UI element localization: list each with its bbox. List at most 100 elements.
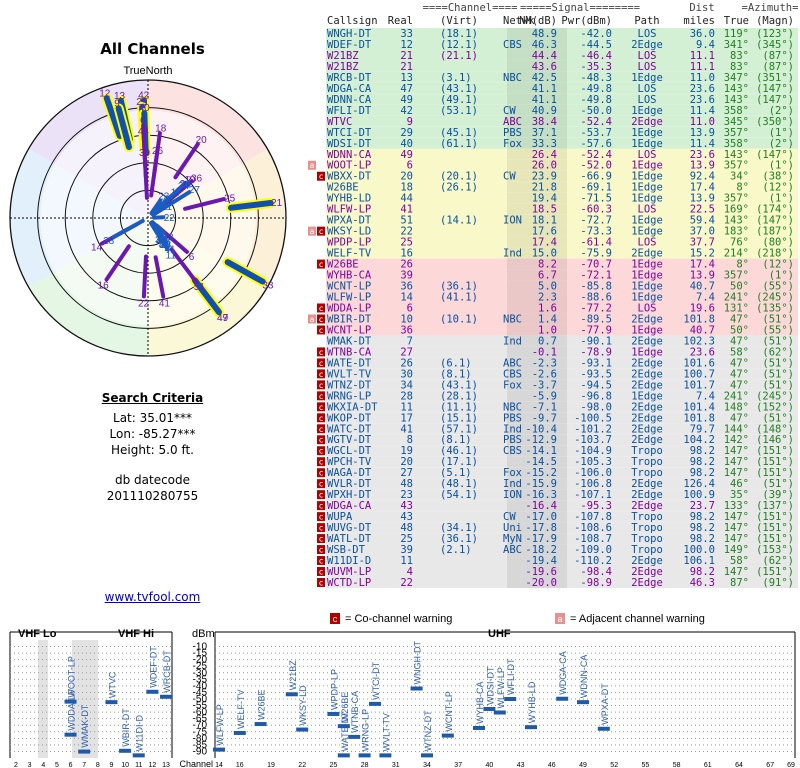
db-label: db datecode (114, 473, 191, 487)
site-link[interactable]: www.tvfool.com (0, 590, 305, 604)
polar-ray (142, 155, 149, 200)
station-bar (556, 696, 569, 701)
co-channel-mark-text: c (319, 535, 324, 544)
table-cell: CBS (503, 445, 522, 457)
station-label: WPDP-LP (329, 669, 339, 710)
station-label: WATE-DT (340, 711, 350, 751)
channel-label: Channel (179, 759, 213, 768)
nm-cell-shade (507, 324, 567, 336)
polar-ray-label: 44 (138, 127, 150, 138)
station-bar (473, 725, 485, 730)
co-channel-mark-text: c (319, 414, 324, 423)
polar-ray-label: 23 (158, 191, 170, 202)
table-cell: (26.1) (440, 182, 478, 194)
x-tick-label: 55 (642, 762, 650, 768)
x-tick-label: 13 (162, 762, 170, 768)
station-label: WDGA-CA (558, 651, 568, 695)
station-label: WOOT-LP (67, 656, 77, 698)
group-header-channel: ====Channel==== (423, 2, 518, 14)
station-bar (358, 753, 371, 758)
station-bar (348, 734, 361, 739)
station-bar (213, 747, 225, 752)
polar-ray-label: 12 (99, 88, 111, 99)
left-panel: All Channels TrueNorth 33 12 21 13 47 49 42 9 29 4… (0, 0, 305, 610)
station-label: WVLT-TV (381, 713, 391, 751)
station-label: WLFW-LP (215, 704, 225, 745)
station-label: WBIR-DT (121, 708, 131, 747)
station-label: WELF-TV (236, 689, 246, 729)
legend-adj-mark: a (557, 614, 562, 624)
station-label: WMAK-DT (80, 704, 90, 747)
station-bar (337, 753, 350, 758)
x-tick-label: 10 (121, 762, 129, 768)
vhf-hi-label: VHF Hi (118, 628, 154, 640)
polar-ray-label: 49 (217, 313, 229, 324)
group-header-dist: Dist (689, 2, 714, 14)
polar-ray-label: 25 (224, 194, 236, 205)
x-tick-label: 11 (135, 762, 142, 768)
polar-ray-label: 21 (271, 198, 283, 209)
station-label: W11DI-D (135, 715, 145, 752)
co-channel-mark-text: c (319, 370, 324, 379)
table-cell: (41.1) (440, 292, 478, 304)
station-label: WLFW-LP (496, 667, 506, 708)
station-bar (233, 730, 246, 735)
table-cell: ION (503, 215, 522, 227)
table-cell: WCTD-LP (327, 577, 371, 589)
station-label: WCNT-LP (444, 691, 454, 732)
polar-title: All Channels (100, 40, 205, 58)
station-bar (78, 749, 91, 754)
x-tick-label: 2 (14, 762, 18, 768)
x-tick-label: 40 (486, 762, 494, 768)
station-bar (369, 701, 381, 706)
x-tick-label: 69 (787, 762, 795, 768)
station-label: WRNG-LP (361, 709, 371, 752)
polar-ray-label: 6 (140, 116, 146, 127)
co-channel-mark-text: c (319, 502, 324, 511)
co-channel-mark-text: c (319, 469, 324, 478)
x-tick-label: 34 (423, 762, 431, 768)
station-bar (296, 727, 309, 732)
x-tick-label: 31 (392, 762, 400, 768)
x-tick-label: 12 (148, 762, 156, 768)
x-tick-label: 3 (28, 762, 32, 768)
co-channel-mark-text: c (319, 578, 324, 587)
co-channel-mark-text: c (319, 447, 324, 456)
x-tick-label: 9 (110, 762, 114, 768)
co-channel-mark-text: c (319, 381, 324, 390)
station-bar (64, 699, 77, 704)
polar-ray-label: 16 (98, 280, 110, 291)
x-tick-label: 8 (96, 762, 100, 768)
station-bar (493, 710, 506, 715)
column-header: Real (388, 15, 413, 27)
co-channel-mark-text: c (319, 557, 324, 566)
adjacent-channel-mark-text: a (310, 227, 315, 236)
x-tick-label: 58 (673, 762, 681, 768)
station-label: WDNN-CA (579, 655, 589, 699)
polar-ray-label: 22 (138, 298, 150, 309)
x-tick-label: 16 (236, 762, 244, 768)
table-cell: CW (503, 171, 516, 183)
station-bar (441, 733, 454, 738)
spectrum-chart: c = Co-channel warning a = Adjacent channel… (9, 613, 796, 768)
antenna-height: Height: 5.0 ft. (111, 443, 194, 457)
polar-ray-label: 26 (152, 146, 164, 157)
column-header: True (724, 15, 749, 27)
co-channel-mark-text: c (319, 260, 324, 269)
station-label: WYHB-LD (527, 681, 537, 723)
station-bar (597, 726, 610, 731)
station-label: WKSY-LD (298, 685, 308, 726)
x-tick-label: 28 (361, 762, 369, 768)
x-tick-label: 19 (267, 762, 275, 768)
group-header-azimuth: =Azimuth= (742, 2, 799, 14)
co-channel-mark-text: c (319, 172, 324, 181)
table-cell: (61.1) (440, 138, 478, 150)
station-bar (160, 694, 172, 699)
column-header: Pwr(dBm) (561, 15, 612, 27)
station-bar (132, 753, 145, 758)
co-channel-mark-text: c (319, 348, 324, 357)
search-criteria: Search Criteria Lat: 35.01*** Lon: -85.2… (0, 390, 305, 504)
station-bar (483, 706, 496, 711)
dbm-label: dBm (192, 628, 215, 640)
column-header: (Virt) (440, 15, 478, 27)
